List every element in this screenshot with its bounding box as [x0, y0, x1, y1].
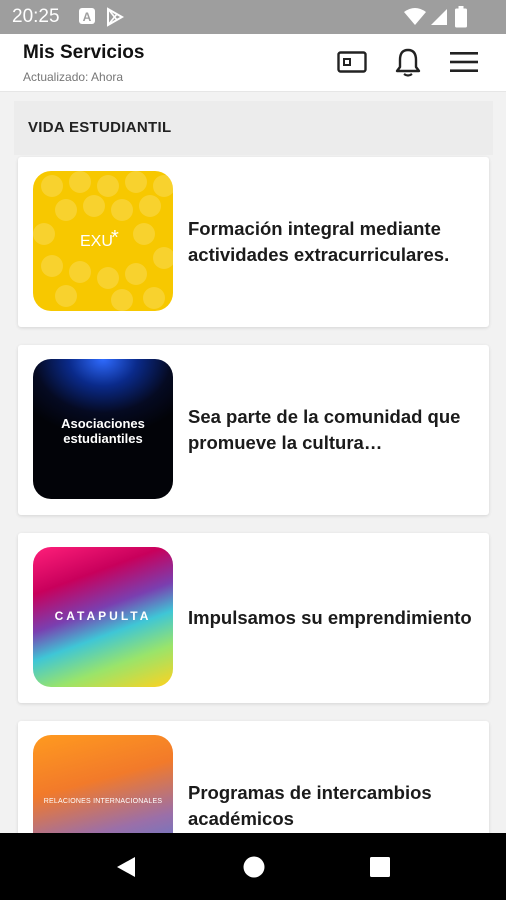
battery-icon [455, 6, 467, 33]
last-updated-label: Actualizado: Ahora [23, 70, 124, 84]
bell-icon [395, 48, 421, 77]
wifi-icon [404, 8, 426, 31]
home-button[interactable] [240, 853, 268, 881]
back-icon [117, 857, 135, 877]
notifications-button[interactable] [388, 44, 428, 80]
home-icon [243, 856, 265, 878]
play-store-icon [105, 7, 125, 32]
id-card-button[interactable] [332, 44, 372, 80]
service-card-asociaciones[interactable]: Asociaciones estudiantiles Sea parte de … [18, 345, 489, 515]
exu-logo-image: EXU * [33, 171, 173, 311]
back-button[interactable] [112, 853, 140, 881]
service-description: Formación integral mediante actividades … [188, 218, 450, 265]
service-card-catapulta[interactable]: CATAPULTA Impulsamos su emprendimiento [18, 533, 489, 703]
section-title: VIDA ESTUDIANTIL [28, 119, 172, 136]
service-description: Sea parte de la comunidad que promueve l… [188, 406, 461, 453]
asociaciones-logo-image: Asociaciones estudiantiles [33, 359, 173, 499]
menu-button[interactable] [444, 44, 484, 80]
system-nav-bar [0, 833, 506, 900]
service-description: Impulsamos su emprendimiento [188, 607, 472, 628]
services-list[interactable]: VIDA ESTUDIANTIL EXU * Formación integral… [0, 92, 506, 833]
signal-icon [430, 8, 448, 31]
relaciones-logo-image: RELACIONES INTERNACIONALES [33, 735, 173, 833]
page-title: Mis Servicios [23, 42, 145, 63]
status-time: 20:25 [12, 6, 60, 27]
catapulta-logo-image: CATAPULTA [33, 547, 173, 687]
a-notification-icon: A [78, 7, 96, 30]
recents-icon [370, 857, 390, 877]
svg-text:A: A [83, 10, 92, 24]
id-card-icon [337, 51, 367, 73]
service-description: Programas de intercambios académicos [188, 782, 432, 829]
app-bar: Mis Servicios Actualizado: Ahora [0, 34, 506, 92]
service-card-exu[interactable]: EXU * Formación integral mediante activid… [18, 157, 489, 327]
service-card-relaciones[interactable]: RELACIONES INTERNACIONALES Programas de … [18, 721, 489, 833]
status-bar: 20:25 A [0, 0, 506, 34]
menu-icon [450, 52, 478, 72]
recents-button[interactable] [366, 853, 394, 881]
section-header: VIDA ESTUDIANTIL [14, 101, 493, 155]
